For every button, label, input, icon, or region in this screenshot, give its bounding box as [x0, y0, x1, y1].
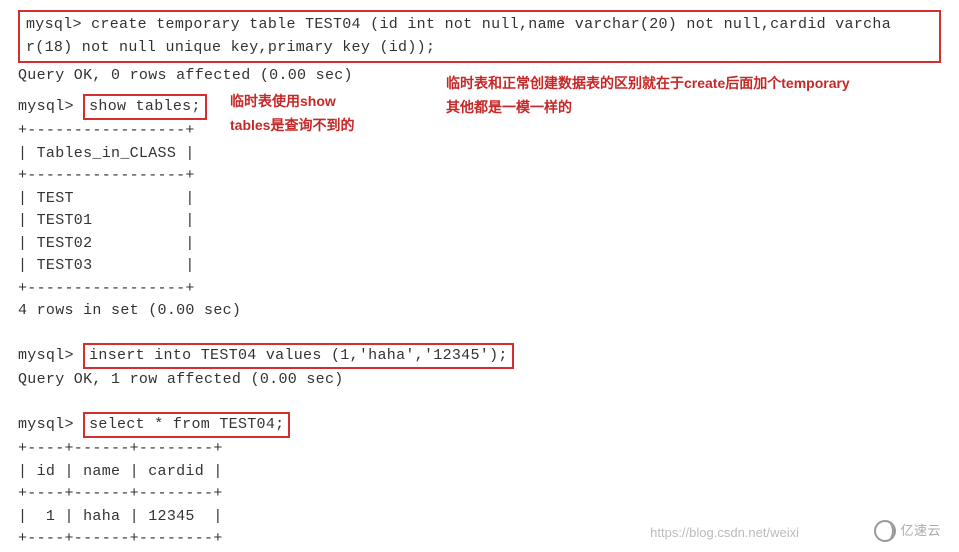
- show-tables-box: show tables;: [83, 94, 207, 121]
- create-line-2: r(18) not null unique key,primary key (i…: [26, 37, 933, 60]
- insert-line: mysql> insert into TEST04 values (1,'hah…: [18, 343, 941, 370]
- show-tables-result: 4 rows in set (0.00 sec): [18, 300, 941, 323]
- table-row: | TEST |: [18, 188, 941, 211]
- result-header: | id | name | cardid |: [18, 461, 941, 484]
- insert-result: Query OK, 1 row affected (0.00 sec): [18, 369, 941, 392]
- table-row: | TEST02 |: [18, 233, 941, 256]
- result-border-mid: +----+------+--------+: [18, 483, 941, 506]
- annotation-right: 临时表和正常创建数据表的区别就在于create后面加个temporary 其他都…: [446, 72, 850, 120]
- table-border-bottom: +-----------------+: [18, 278, 941, 301]
- table-row: | TEST01 |: [18, 210, 941, 233]
- table-border-top: +-----------------+: [18, 120, 941, 143]
- table-border-mid: +-----------------+: [18, 165, 941, 188]
- cloud-logo-icon: [874, 520, 896, 542]
- create-line-1: mysql> create temporary table TEST04 (id…: [26, 14, 933, 37]
- watermark-csdn: https://blog.csdn.net/weixi: [650, 523, 799, 543]
- result-border-bottom: +----+------+--------+: [18, 528, 941, 551]
- table-header: | Tables_in_CLASS |: [18, 143, 941, 166]
- insert-box: insert into TEST04 values (1,'haha','123…: [83, 343, 514, 370]
- watermark-brand: 亿速云: [874, 520, 941, 542]
- table-row: | TEST03 |: [18, 255, 941, 278]
- select-box: select * from TEST04;: [83, 412, 290, 439]
- result-row: | 1 | haha | 12345 |: [18, 506, 941, 529]
- create-statement-box: mysql> create temporary table TEST04 (id…: [18, 10, 941, 63]
- select-line: mysql> select * from TEST04;: [18, 412, 941, 439]
- result-border-top: +----+------+--------+: [18, 438, 941, 461]
- annotation-left: 临时表使用show tables是查询不到的: [230, 90, 354, 138]
